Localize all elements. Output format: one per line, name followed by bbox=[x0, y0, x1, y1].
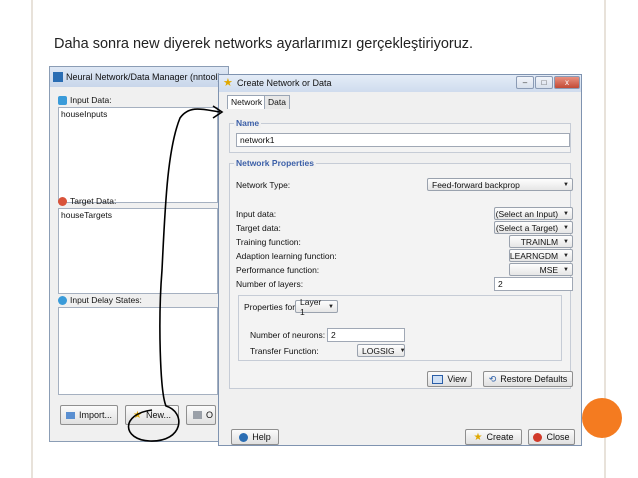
dropdown-arrow-icon: ▼ bbox=[328, 303, 334, 310]
input-data-list[interactable]: houseInputs bbox=[58, 107, 218, 203]
number-of-layers-input[interactable]: 2 bbox=[494, 277, 573, 291]
maximize-button[interactable]: □ bbox=[535, 76, 553, 89]
dropdown-arrow-icon: ▼ bbox=[399, 347, 406, 354]
slide-heading: Daha sonra new diyerek networks ayarları… bbox=[54, 36, 474, 52]
minimize-button[interactable]: – bbox=[516, 76, 534, 89]
number-of-neurons-input[interactable]: 2 bbox=[327, 328, 405, 342]
dropdown-arrow-icon: ▼ bbox=[563, 266, 569, 273]
list-item[interactable]: houseTargets bbox=[61, 210, 215, 220]
adaption-function-dropdown[interactable]: LEARNGDM ▼ bbox=[509, 249, 573, 262]
view-icon bbox=[432, 374, 444, 384]
new-button[interactable]: ★ New... bbox=[125, 405, 179, 425]
layer-properties-panel: Properties for: Layer 1 ▼ Number of neuro… bbox=[238, 295, 562, 361]
target-data-field-label: Target data: bbox=[236, 223, 281, 233]
dialog-title: Create Network or Data bbox=[237, 78, 332, 88]
target-data-label: Target Data: bbox=[58, 196, 116, 207]
import-icon bbox=[65, 411, 75, 419]
input-data-dropdown[interactable]: (Select an Input) ▼ bbox=[494, 207, 573, 220]
list-item[interactable]: houseInputs bbox=[61, 109, 215, 119]
create-button[interactable]: ★ Create bbox=[465, 429, 522, 445]
nntool-titlebar: Neural Network/Data Manager (nntool) bbox=[50, 67, 228, 87]
target-data-list[interactable]: houseTargets bbox=[58, 208, 218, 294]
transfer-function-label: Transfer Function: bbox=[250, 346, 319, 356]
transfer-function-dropdown[interactable]: LOGSIG ▼ bbox=[357, 344, 406, 357]
nntool-title: Neural Network/Data Manager (nntool) bbox=[66, 72, 221, 82]
tab-data[interactable]: Data bbox=[264, 95, 290, 109]
network-properties-title: Network Properties bbox=[234, 158, 316, 168]
properties-for-label: Properties for: bbox=[244, 302, 298, 312]
number-of-layers-label: Number of layers: bbox=[236, 279, 304, 289]
name-section-title: Name bbox=[234, 118, 262, 128]
open-icon bbox=[193, 411, 202, 419]
dropdown-arrow-icon: ▼ bbox=[563, 181, 569, 188]
dropdown-arrow-icon: ▼ bbox=[563, 238, 569, 245]
training-function-dropdown[interactable]: TRAINLM ▼ bbox=[509, 235, 573, 248]
dropdown-arrow-icon: ▼ bbox=[563, 210, 569, 217]
star-icon: ★ bbox=[223, 77, 233, 89]
name-panel: Name network1 bbox=[229, 118, 571, 153]
open-button[interactable]: O bbox=[186, 405, 216, 425]
performance-function-label: Performance function: bbox=[236, 265, 320, 275]
dropdown-arrow-icon: ▼ bbox=[563, 224, 569, 231]
input-delay-label: Input Delay States: bbox=[58, 295, 142, 306]
import-button[interactable]: Import... bbox=[60, 405, 118, 425]
input-delay-list[interactable] bbox=[58, 307, 218, 395]
dialog-close-button[interactable]: Close bbox=[528, 429, 575, 445]
star-icon: ★ bbox=[133, 409, 142, 421]
dropdown-arrow-icon: ▼ bbox=[563, 252, 569, 259]
tab-network[interactable]: Network bbox=[227, 95, 267, 109]
input-data-label: Input Data: bbox=[58, 95, 112, 106]
slide-border-left bbox=[31, 0, 33, 478]
star-icon: ★ bbox=[473, 431, 483, 443]
slide-decoration-circle bbox=[582, 398, 622, 438]
adaption-function-label: Adaption learning function: bbox=[236, 251, 337, 261]
input-delay-icon bbox=[58, 296, 67, 306]
network-type-dropdown[interactable]: Feed-forward backprop ▼ bbox=[427, 178, 573, 191]
close-icon bbox=[533, 432, 543, 442]
network-name-input[interactable]: network1 bbox=[236, 133, 570, 147]
performance-function-dropdown[interactable]: MSE ▼ bbox=[509, 263, 573, 276]
restore-icon: ⟲ bbox=[488, 373, 497, 384]
network-properties-panel: Network Properties Network Type: Feed-fo… bbox=[229, 158, 573, 389]
target-data-dropdown[interactable]: (Select a Target) ▼ bbox=[494, 221, 573, 234]
close-window-button[interactable]: x bbox=[554, 76, 580, 89]
input-data-field-label: Input data: bbox=[236, 209, 277, 219]
view-button[interactable]: View bbox=[427, 371, 472, 387]
help-icon bbox=[239, 432, 249, 442]
properties-for-dropdown[interactable]: Layer 1 ▼ bbox=[295, 297, 338, 317]
create-network-dialog: ★ Create Network or Data – □ x Network D… bbox=[218, 74, 582, 446]
help-button[interactable]: Help bbox=[231, 429, 279, 445]
input-data-icon bbox=[58, 96, 67, 106]
target-data-icon bbox=[58, 197, 67, 207]
network-type-label: Network Type: bbox=[236, 180, 291, 190]
matlab-icon bbox=[53, 72, 63, 82]
nntool-window: Neural Network/Data Manager (nntool) Inp… bbox=[49, 66, 229, 442]
restore-defaults-button[interactable]: ⟲ Restore Defaults bbox=[483, 371, 573, 387]
number-of-neurons-label: Number of neurons: bbox=[250, 330, 326, 340]
training-function-label: Training function: bbox=[236, 237, 301, 247]
dialog-titlebar: ★ Create Network or Data – □ x bbox=[219, 75, 581, 92]
